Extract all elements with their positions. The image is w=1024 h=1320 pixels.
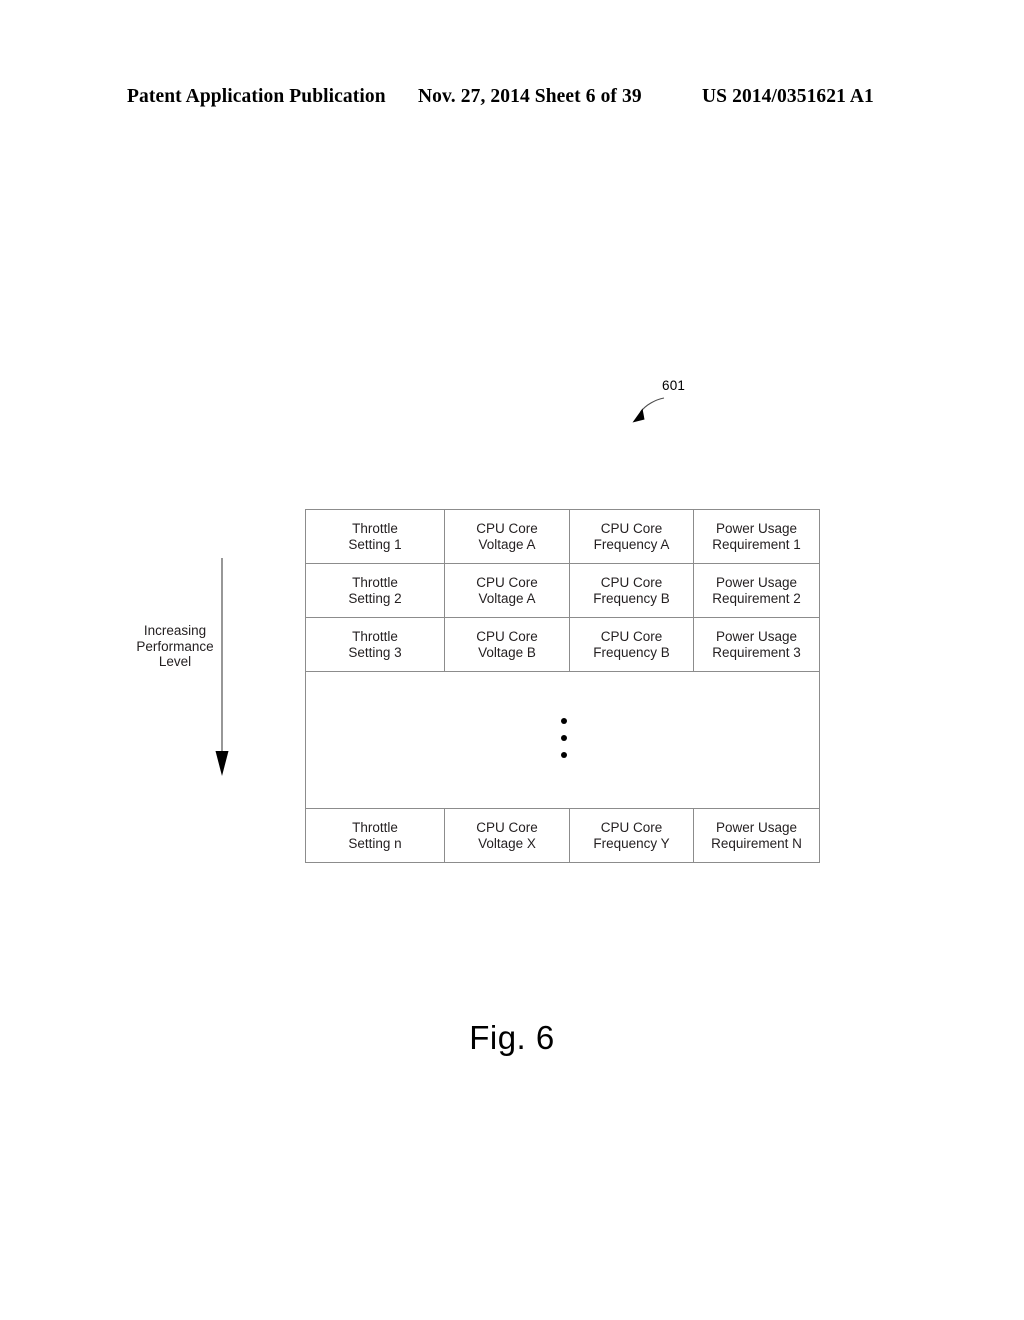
cell-line: CPU Core (600, 819, 663, 835)
cell-line: Power Usage (715, 574, 798, 590)
table-row: Throttle Setting 1 CPU Core Voltage A CP… (305, 509, 820, 564)
cell-line: Power Usage (715, 520, 798, 536)
cell-throttle-setting: Throttle Setting 2 (305, 563, 445, 618)
table-row: Throttle Setting n CPU Core Voltage X CP… (305, 808, 820, 863)
cell-cpu-core-voltage: CPU Core Voltage A (444, 509, 570, 564)
cell-cpu-core-frequency: CPU Core Frequency B (569, 563, 694, 618)
publication-date-sheet: Nov. 27, 2014 Sheet 6 of 39 (418, 86, 642, 107)
cell-line: Setting n (348, 835, 402, 851)
cell-line: Setting 3 (348, 644, 402, 660)
cell-line: Voltage B (478, 644, 536, 660)
table-row-ellipsis (305, 671, 820, 809)
annotation-line-3: Level (158, 654, 192, 669)
cell-line: CPU Core (476, 574, 538, 590)
throttle-settings-table: Throttle Setting 1 CPU Core Voltage A CP… (305, 509, 820, 863)
increasing-performance-level-annotation: Increasing Performance Level (130, 555, 290, 785)
cell-line: Frequency Y (593, 835, 670, 851)
vertical-ellipsis-icon (559, 718, 567, 758)
cell-line: Setting 1 (348, 536, 402, 552)
cell-line: Throttle (352, 628, 398, 644)
cell-line: CPU Core (476, 520, 538, 536)
cell-vertical-ellipsis (305, 671, 820, 809)
cell-cpu-core-frequency: CPU Core Frequency A (569, 509, 694, 564)
cell-cpu-core-voltage: CPU Core Voltage X (444, 808, 570, 863)
table-row: Throttle Setting 2 CPU Core Voltage A CP… (305, 563, 820, 618)
cell-throttle-setting: Throttle Setting 1 (305, 509, 445, 564)
publication-number: US 2014/0351621 A1 (702, 86, 874, 107)
cell-line: Requirement 3 (712, 644, 801, 660)
cell-line: Throttle (352, 819, 398, 835)
publication-label: Patent Application Publication (127, 86, 386, 107)
cell-power-usage-requirement: Power Usage Requirement 2 (693, 563, 820, 618)
table-row: Throttle Setting 3 CPU Core Voltage B CP… (305, 617, 820, 672)
cell-line: Frequency A (593, 536, 670, 552)
increasing-performance-level-label: Increasing Performance Level (130, 623, 220, 670)
cell-line: Power Usage (715, 628, 798, 644)
reference-leader-line-icon (632, 397, 665, 423)
cell-line: Throttle (352, 520, 398, 536)
annotation-line-1: Increasing (143, 623, 207, 638)
cell-cpu-core-voltage: CPU Core Voltage B (444, 617, 570, 672)
cell-power-usage-requirement: Power Usage Requirement 3 (693, 617, 820, 672)
reference-numeral-601-group: 601 (620, 378, 740, 434)
cell-line: Requirement 2 (712, 590, 801, 606)
cell-throttle-setting: Throttle Setting n (305, 808, 445, 863)
cell-line: Voltage A (478, 536, 536, 552)
page-header: Patent Application Publication Nov. 27, … (0, 86, 1024, 114)
cell-power-usage-requirement: Power Usage Requirement 1 (693, 509, 820, 564)
cell-line: Frequency B (593, 644, 670, 660)
cell-cpu-core-frequency: CPU Core Frequency Y (569, 808, 694, 863)
cell-line: Power Usage (715, 819, 798, 835)
cell-cpu-core-voltage: CPU Core Voltage A (444, 563, 570, 618)
cell-line: Voltage X (478, 835, 536, 851)
cell-line: Requirement N (711, 835, 802, 851)
cell-line: Requirement 1 (712, 536, 801, 552)
cell-line: CPU Core (600, 628, 663, 644)
down-arrow-icon (215, 558, 229, 776)
cell-line: Frequency B (593, 590, 670, 606)
cell-line: CPU Core (600, 520, 663, 536)
annotation-line-2: Performance (136, 638, 214, 654)
figure-caption: Fig. 6 (469, 1019, 555, 1056)
cell-line: Voltage A (478, 590, 536, 606)
cell-cpu-core-frequency: CPU Core Frequency B (569, 617, 694, 672)
cell-line: CPU Core (476, 819, 538, 835)
cell-throttle-setting: Throttle Setting 3 (305, 617, 445, 672)
cell-power-usage-requirement: Power Usage Requirement N (693, 808, 820, 863)
cell-line: CPU Core (476, 628, 538, 644)
cell-line: Throttle (352, 574, 398, 590)
cell-line: Setting 2 (348, 590, 402, 606)
cell-line: CPU Core (600, 574, 663, 590)
